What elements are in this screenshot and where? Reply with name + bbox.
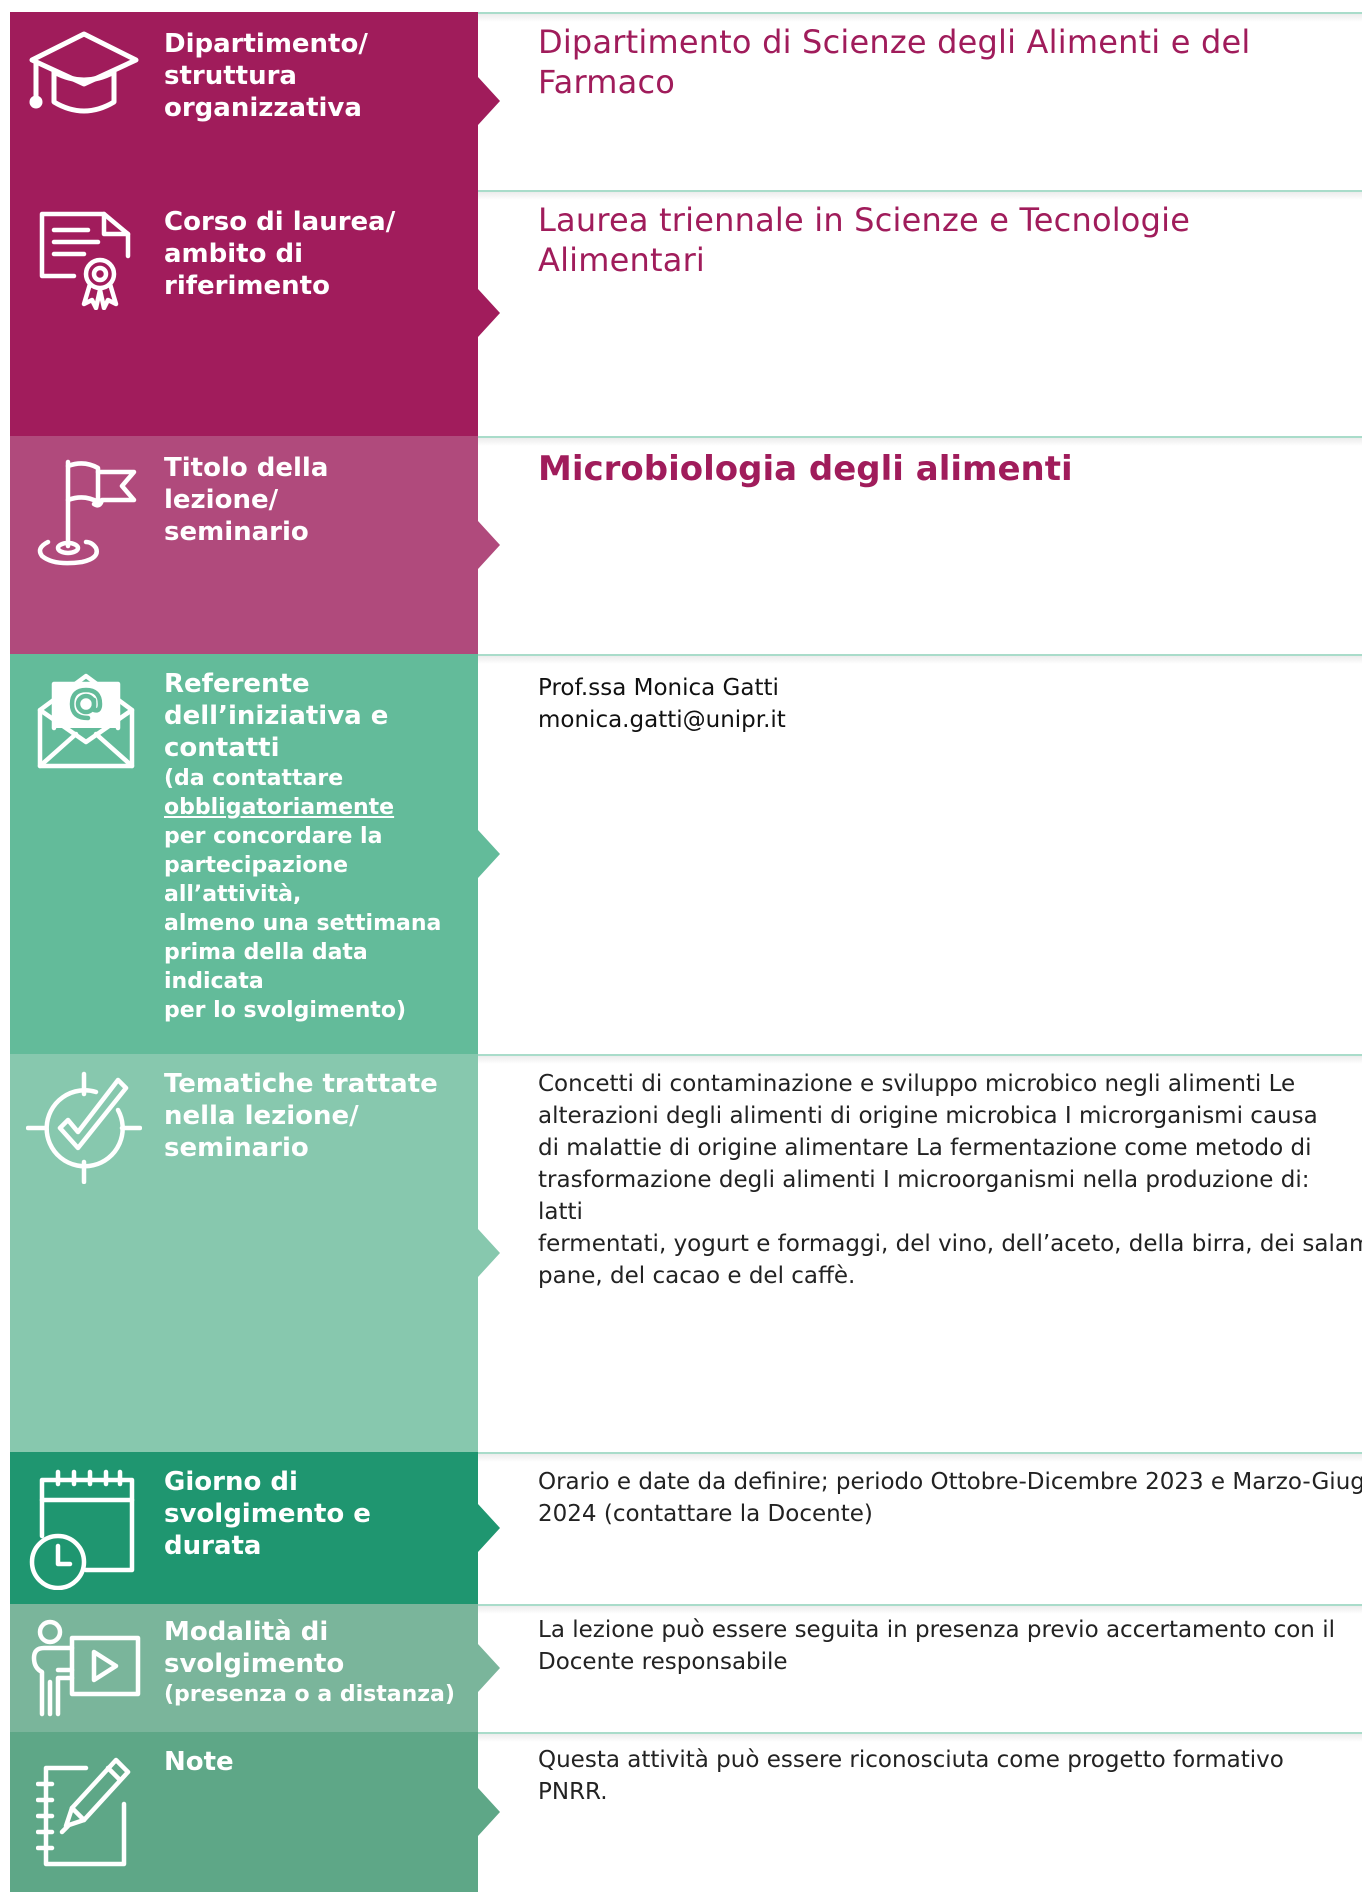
label-line: seminario [164,1133,309,1163]
label-line: dell’iniziativa e [164,701,389,731]
text-line: alterazioni degli alimenti di origine mi… [538,1103,1318,1129]
label-note-line: per lo svolgimento) [164,998,407,1023]
row-dipartimento-arrow [478,77,500,125]
text-line: fermentati, yogurt e formaggi, del vino,… [538,1231,1362,1257]
label-line: Referente [164,669,310,699]
label-line: Giorno di [164,1467,298,1497]
contact-name: Prof.ssa Monica Gatti [538,675,779,701]
row-shadow [478,438,1362,446]
row-modalita-arrow [478,1644,500,1692]
label-note-line: per concordare la [164,824,383,849]
calendar-clock-icon [24,1466,142,1591]
row-shadow [478,1056,1362,1064]
text-line: 2024 (contattare la Docente) [538,1501,873,1527]
target-check-icon [25,1070,143,1185]
row-shadow [478,1734,1362,1742]
text-line: trasformazione degli alimenti I microorg… [538,1167,1310,1225]
modalita-text: La lezione può essere seguita in presenz… [538,1614,1358,1678]
label-line: ambito di [164,239,304,269]
tematiche-text: Concetti di contaminazione e sviluppo mi… [538,1068,1362,1292]
text-line: Orario e date da definire; periodo Ottob… [538,1469,1362,1495]
label-line: contatti [164,733,280,763]
label-note-line: almeno una settimana [164,911,442,936]
row-dipartimento-label: Dipartimento/ struttura organizzativa [164,28,464,124]
text-line: Concetti di contaminazione e sviluppo mi… [538,1071,1296,1097]
notebook-pen-icon [35,1750,136,1872]
row-corso-label: Corso di laurea/ ambito di riferimento [164,206,464,302]
row-corso-arrow [478,289,500,337]
contact-email[interactable]: monica.gatti@unipr.it [538,704,1358,736]
row-shadow [478,192,1362,200]
row-shadow [478,1606,1362,1614]
flag-target-icon [30,456,142,566]
certificate-icon [36,210,136,311]
label-line: durata [164,1531,262,1561]
label-note-line: obbligatoriamente [164,795,395,820]
referente-contact: Prof.ssa Monica Gatti monica.gatti@unipr… [538,672,1358,736]
row-giorno-arrow [478,1504,500,1552]
course-sheet: Dipartimento/ struttura organizzativa Di… [0,0,1362,1892]
row-titolo: Titolo della lezione/ seminario Microbio… [0,436,1362,654]
row-giorno: Giorno di svolgimento e durata Orario e … [0,1452,1362,1604]
label-note-line: prima della data indicata [164,940,368,994]
row-note-arrow [478,1788,500,1836]
label-line: nella lezione/ [164,1101,359,1131]
label-line: Corso di laurea/ [164,207,396,237]
text-line: La lezione può essere seguita in presenz… [538,1617,1335,1643]
row-referente-label: Referente dell’iniziativa e contatti (da… [164,668,464,1025]
row-titolo-label: Titolo della lezione/ seminario [164,452,464,548]
label-note-line: partecipazione all’attività, [164,853,349,907]
dipartimento-value: Dipartimento di Scienze degli Alimenti e… [538,23,1251,101]
row-tematiche-label: Tematiche trattate nella lezione/ semina… [164,1068,474,1164]
email-envelope-icon [36,672,136,770]
label-line: Titolo della [164,453,329,483]
row-tematiche-arrow [478,1229,500,1277]
graduation-cap-icon [26,26,142,126]
row-shadow [478,1454,1362,1462]
row-modalita: Modalità di svolgimento (presenza o a di… [0,1604,1362,1732]
text-line: pane, del cacao e del caffè. [538,1263,856,1289]
label-line: struttura [164,61,297,91]
label-line: Tematiche trattate [164,1069,438,1099]
label-line: Modalità di [164,1617,329,1647]
row-shadow [478,14,1362,22]
row-note-label: Note [164,1746,464,1778]
row-modalita-label: Modalità di svolgimento (presenza o a di… [164,1616,464,1709]
presenter-video-icon [28,1618,142,1718]
label-line: Note [164,1747,234,1777]
row-referente: Referente dell’iniziativa e contatti (da… [0,654,1362,1054]
row-dipartimento: Dipartimento/ struttura organizzativa Di… [0,12,1362,190]
label-line: riferimento [164,271,330,301]
label-line: svolgimento e [164,1499,371,1529]
label-note-line: (da contattare [164,766,344,791]
corso-value: Laurea triennale in Scienze e Tecnologie… [538,201,1191,279]
row-corso: Corso di laurea/ ambito di riferimento L… [0,190,1362,436]
label-line: Dipartimento/ [164,29,368,59]
row-shadow [478,656,1362,664]
label-line: organizzativa [164,93,362,123]
label-line: seminario [164,517,309,547]
giorno-text: Orario e date da definire; periodo Ottob… [538,1466,1362,1530]
row-note: Note Questa attività può essere riconosc… [0,1732,1362,1892]
label-line: lezione/ [164,485,279,515]
row-referente-arrow [478,830,500,878]
note-value: Questa attività può essere riconosciuta … [538,1747,1284,1805]
text-line: di malattie di origine alimentare La fer… [538,1135,1312,1161]
text-line: Docente responsabile [538,1649,788,1675]
row-tematiche: Tematiche trattate nella lezione/ semina… [0,1054,1362,1452]
row-titolo-arrow [478,521,500,569]
label-note-line: (presenza o a distanza) [164,1682,455,1707]
titolo-value: Microbiologia degli alimenti [538,449,1073,489]
row-giorno-label: Giorno di svolgimento e durata [164,1466,464,1562]
label-line: svolgimento [164,1649,345,1679]
